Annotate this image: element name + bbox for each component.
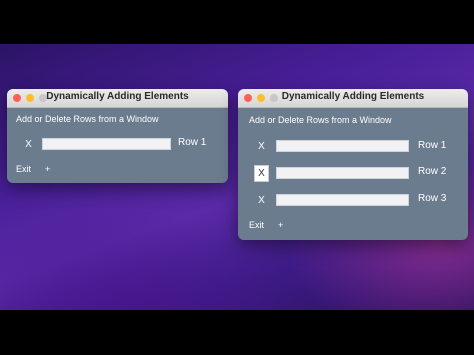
row-1-label: Row 1 (178, 137, 207, 148)
delete-row-2-button[interactable]: X (254, 165, 269, 182)
delete-row-1-button[interactable]: X (255, 139, 268, 154)
row-3-label: Row 3 (418, 193, 447, 204)
exit-button[interactable]: Exit (16, 164, 31, 174)
window-1: Dynamically Adding Elements Add or Delet… (7, 89, 228, 183)
window-title: Dynamically Adding Elements (46, 91, 189, 102)
row-3-input[interactable] (276, 194, 409, 206)
add-row-button[interactable]: + (278, 220, 283, 230)
titlebar: Dynamically Adding Elements (7, 89, 228, 108)
row-2-label: Row 2 (418, 166, 447, 177)
row-1-input[interactable] (276, 140, 409, 152)
row-1-input[interactable] (42, 138, 171, 150)
delete-row-1-button[interactable]: X (22, 137, 35, 152)
row-1-label: Row 1 (418, 140, 447, 151)
window-heading: Add or Delete Rows from a Window (16, 114, 159, 124)
window-title: Dynamically Adding Elements (281, 91, 425, 102)
window-2: Dynamically Adding Elements Add or Delet… (238, 89, 468, 240)
window-heading: Add or Delete Rows from a Window (249, 115, 392, 125)
add-row-button[interactable]: + (45, 164, 50, 174)
exit-button[interactable]: Exit (249, 220, 264, 230)
titlebar: Dynamically Adding Elements (238, 89, 468, 108)
row-2-input[interactable] (276, 167, 409, 179)
delete-row-3-button[interactable]: X (255, 193, 268, 208)
